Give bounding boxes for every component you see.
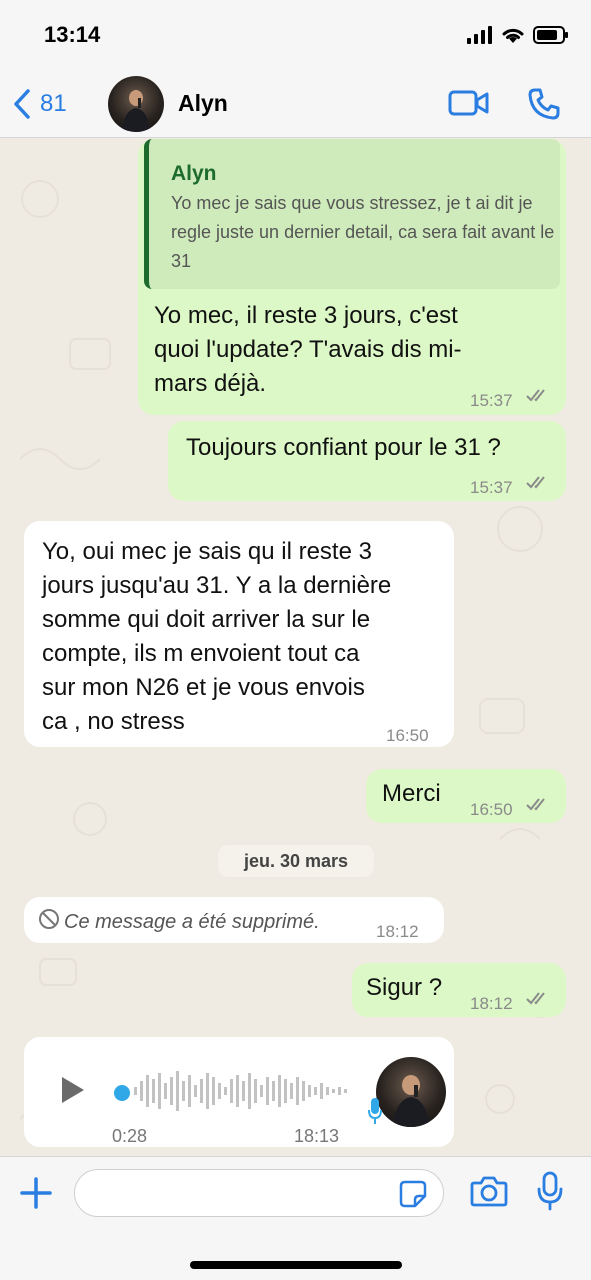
voice-call-button[interactable] <box>526 86 562 127</box>
message-line: compte, ils m envoient tout ca <box>42 640 360 667</box>
status-icons <box>467 24 569 46</box>
attach-button[interactable] <box>18 1175 54 1216</box>
voice-record-button[interactable] <box>536 1171 564 1216</box>
composer-bar <box>0 1156 591 1280</box>
message-time: 18:12 <box>376 922 419 941</box>
message-bubble-outgoing[interactable]: Sigur ? 18:12 <box>352 963 566 1017</box>
blocked-icon <box>39 909 59 929</box>
message-line: Yo, oui mec je sais qu il reste 3 <box>42 538 372 565</box>
message-bubble-incoming[interactable]: Yo, oui mec je sais qu il reste 3 jours … <box>24 521 454 747</box>
message-line: Toujours confiant pour le 31 ? <box>186 434 501 461</box>
avatar-image <box>392 1075 430 1127</box>
read-ticks-icon <box>526 476 545 489</box>
sender-avatar <box>376 1057 446 1127</box>
video-camera-icon <box>448 90 489 116</box>
read-ticks-icon <box>526 992 545 1005</box>
plus-icon <box>20 1177 52 1209</box>
microphone-icon <box>368 1098 382 1124</box>
message-bubble-outgoing[interactable]: Toujours confiant pour le 31 ? 15:37 <box>168 421 566 501</box>
message-time: 18:13 <box>294 1126 340 1146</box>
message-line: Yo mec, il reste 3 jours, c'est <box>154 302 458 329</box>
signal-icon <box>467 26 492 44</box>
quoted-message[interactable]: Alyn Yo mec je sais que vous stressez, j… <box>144 139 560 289</box>
message-input[interactable] <box>74 1169 444 1217</box>
chat-header: 81 Alyn <box>0 70 591 138</box>
camera-icon <box>470 1176 508 1207</box>
deleted-message-text: Ce message a été supprimé. <box>64 911 320 933</box>
camera-button[interactable] <box>470 1175 508 1212</box>
read-ticks-icon <box>526 389 545 402</box>
message-line: Merci <box>382 780 441 807</box>
contact-avatar[interactable] <box>108 76 164 132</box>
status-time: 13:14 <box>44 22 101 47</box>
unread-count: 81 <box>40 90 67 117</box>
voice-duration: 0:28 <box>112 1126 148 1146</box>
message-time: 16:50 <box>470 800 513 819</box>
message-time: 15:37 <box>470 391 513 410</box>
message-bubble-outgoing[interactable]: Merci 16:50 <box>366 769 566 823</box>
date-separator: jeu. 30 mars <box>218 845 374 877</box>
home-indicator <box>190 1261 402 1269</box>
message-time: 16:50 <box>386 726 429 745</box>
message-bubble-outgoing[interactable]: Alyn Yo mec je sais que vous stressez, j… <box>138 139 566 415</box>
video-call-button[interactable] <box>448 88 490 123</box>
chevron-left-icon <box>14 89 30 119</box>
message-time: 15:37 <box>470 478 513 497</box>
deleted-message-bubble[interactable]: Ce message a été supprimé. 18:12 <box>24 897 444 943</box>
waveform[interactable] <box>134 1069 364 1113</box>
read-ticks-icon <box>526 798 545 811</box>
quote-author: Alyn <box>171 162 217 185</box>
battery-icon <box>533 26 568 44</box>
status-bar: 13:14 <box>0 0 591 70</box>
avatar-image <box>122 90 150 132</box>
wifi-icon <box>502 28 524 43</box>
phone-icon <box>528 88 560 120</box>
back-button[interactable]: 81 <box>12 86 67 122</box>
message-line: jours jusqu'au 31. Y a la dernière <box>42 572 392 599</box>
chat-area[interactable]: Alyn Yo mec je sais que vous stressez, j… <box>0 139 591 1156</box>
message-line: somme qui doit arriver la sur le <box>42 606 371 633</box>
playback-position-dot[interactable] <box>114 1085 130 1101</box>
sticker-icon <box>399 1180 427 1208</box>
play-icon[interactable] <box>60 1075 86 1105</box>
sticker-button[interactable] <box>399 1180 427 1213</box>
microphone-icon <box>537 1171 563 1211</box>
contact-name[interactable]: Alyn <box>178 90 228 117</box>
message-line: sur mon N26 et je vous envois <box>42 674 365 701</box>
message-line: quoi l'update? T'avais dis mi- <box>154 336 462 363</box>
message-time: 18:12 <box>470 994 513 1013</box>
voice-message-bubble[interactable]: 0:28 18:13 <box>24 1037 454 1147</box>
quote-text: Yo mec je sais que vous stressez, je t a… <box>171 193 555 271</box>
message-line: Sigur ? <box>366 974 443 1001</box>
